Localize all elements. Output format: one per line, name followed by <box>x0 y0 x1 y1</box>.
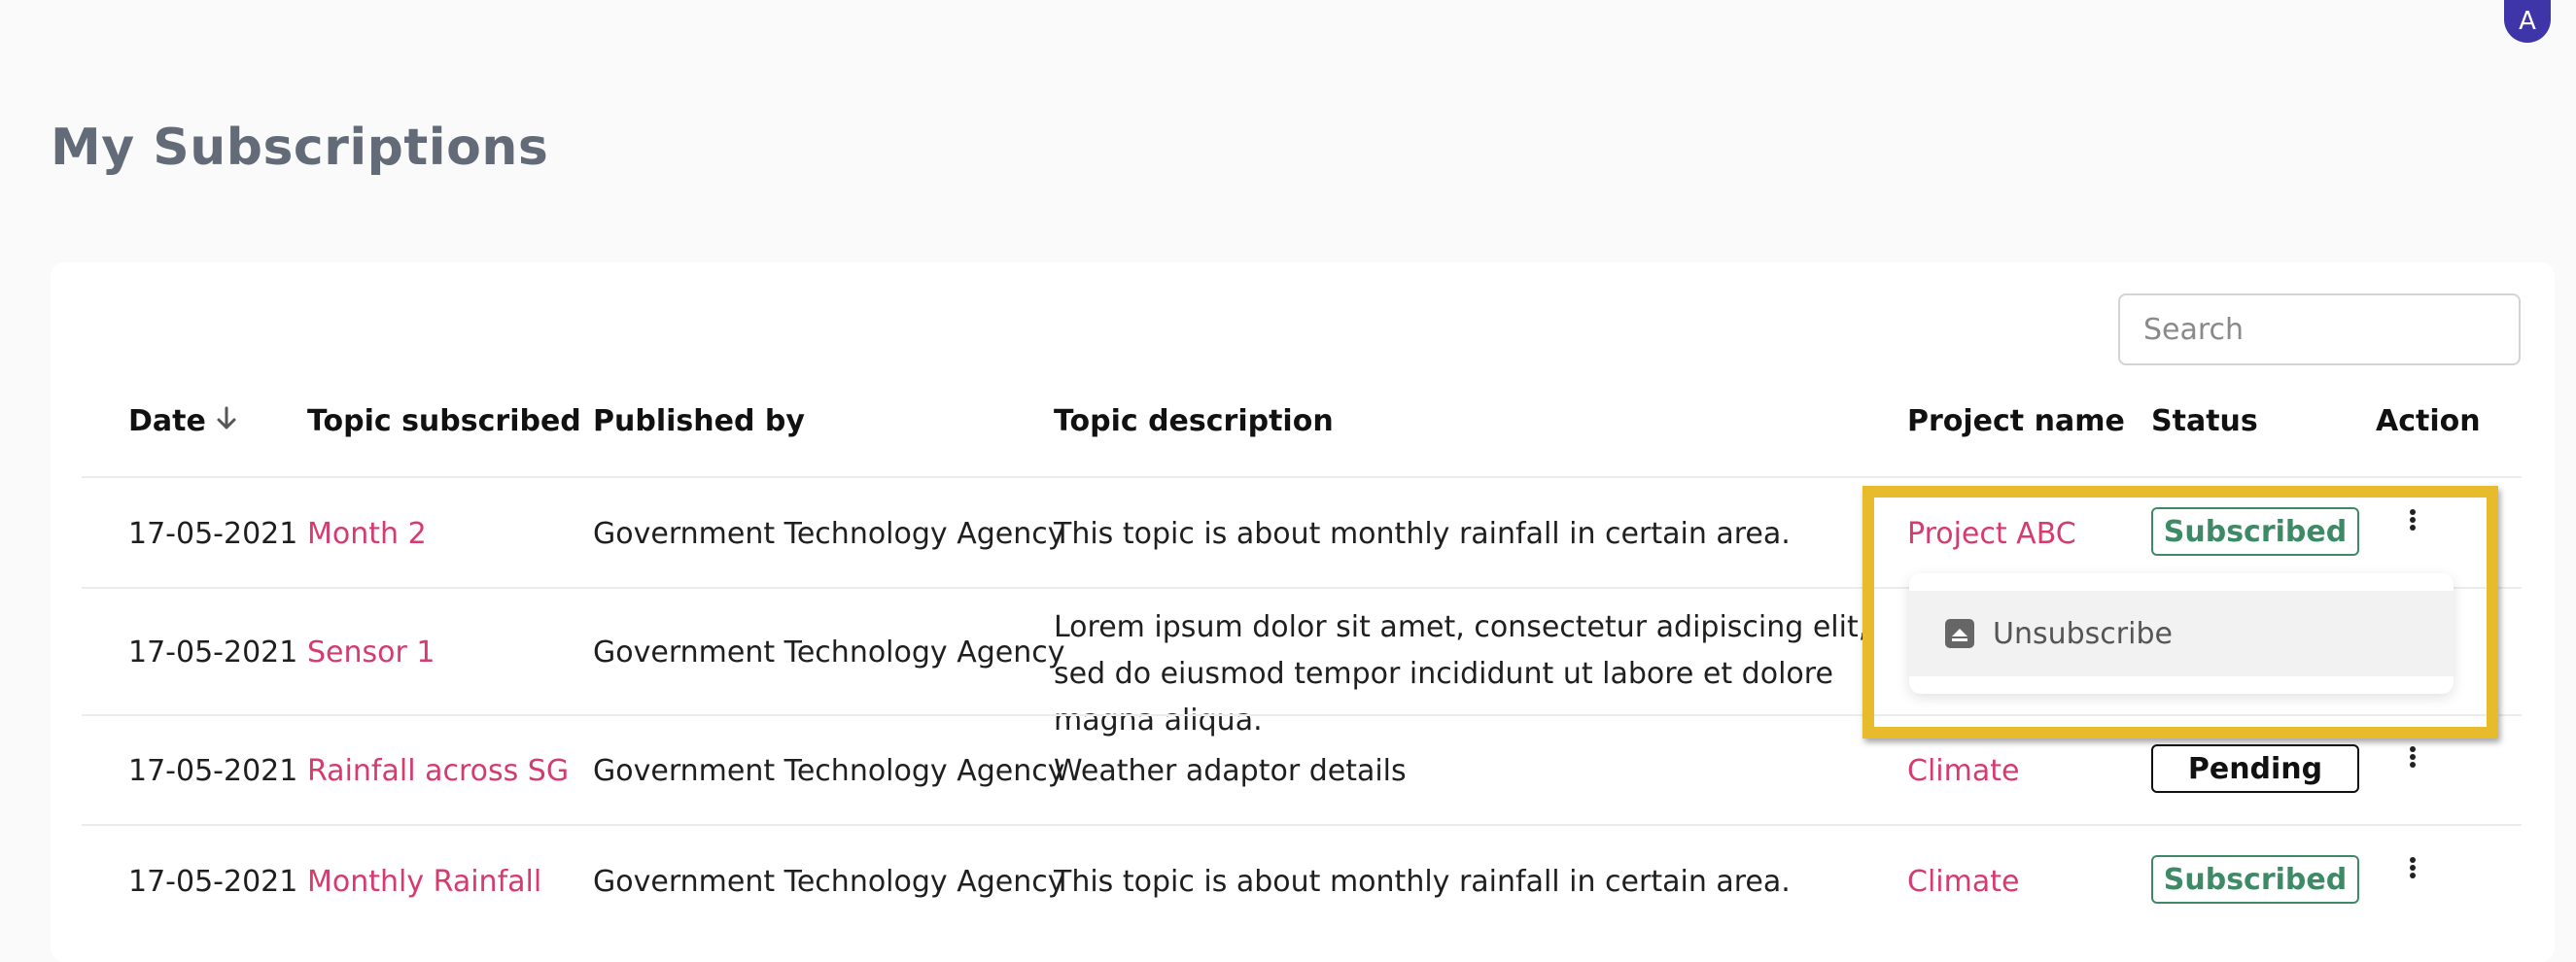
project-link[interactable]: Climate <box>1907 754 2019 788</box>
cell-publisher: Government Technology Agency <box>593 517 1065 551</box>
column-header-date-label: Date <box>128 404 206 438</box>
column-header-publisher: Published by <box>593 404 805 438</box>
topic-link[interactable]: Month 2 <box>307 517 427 551</box>
sort-descending-icon[interactable] <box>216 405 237 439</box>
page-title: My Subscriptions <box>51 119 549 177</box>
topic-link[interactable]: Monthly Rainfall <box>307 865 541 899</box>
unsubscribe-menu-item[interactable]: Unsubscribe <box>1909 591 2454 676</box>
project-link[interactable]: Project ABC <box>1907 517 2076 551</box>
topic-link[interactable]: Rainfall across SG <box>307 754 569 788</box>
column-header-description: Topic description <box>1054 404 1334 438</box>
column-header-status: Status <box>2151 404 2258 438</box>
cell-date: 17-05-2021 <box>128 636 298 670</box>
cell-description: This topic is about monthly rainfall in … <box>1054 517 1791 551</box>
cell-publisher: Government Technology Agency <box>593 754 1065 788</box>
archive-icon <box>1944 618 1975 649</box>
cell-date: 17-05-2021 <box>128 865 298 899</box>
cell-description: Weather adaptor details <box>1054 754 1407 788</box>
topic-link[interactable]: Sensor 1 <box>307 636 435 670</box>
search-input[interactable] <box>2118 293 2521 365</box>
unsubscribe-label: Unsubscribe <box>1993 616 2173 651</box>
cell-description: Lorem ipsum dolor sit amet, consectetur … <box>1054 610 1868 738</box>
row-divider <box>82 824 2522 826</box>
cell-description: This topic is about monthly rainfall in … <box>1054 865 1791 899</box>
column-header-project: Project name <box>1907 404 2125 438</box>
header-divider <box>82 476 2522 478</box>
action-dropdown-menu: Unsubscribe <box>1909 573 2454 694</box>
status-badge: Pending <box>2151 744 2359 793</box>
kebab-menu-icon[interactable] <box>2405 744 2420 773</box>
status-badge: Subscribed <box>2151 507 2359 556</box>
project-link[interactable]: Climate <box>1907 865 2019 899</box>
row-divider <box>82 714 2522 716</box>
user-avatar[interactable]: A <box>2504 0 2551 43</box>
column-header-date[interactable]: Date <box>128 404 237 439</box>
kebab-menu-icon[interactable] <box>2405 855 2420 884</box>
kebab-menu-icon[interactable] <box>2405 507 2420 536</box>
column-header-topic: Topic subscribed <box>307 404 581 438</box>
cell-date: 17-05-2021 <box>128 517 298 551</box>
column-header-action: Action <box>2376 404 2481 438</box>
status-badge: Subscribed <box>2151 855 2359 904</box>
cell-date: 17-05-2021 <box>128 754 298 788</box>
cell-publisher: Government Technology Agency <box>593 636 1065 670</box>
cell-publisher: Government Technology Agency <box>593 865 1065 899</box>
